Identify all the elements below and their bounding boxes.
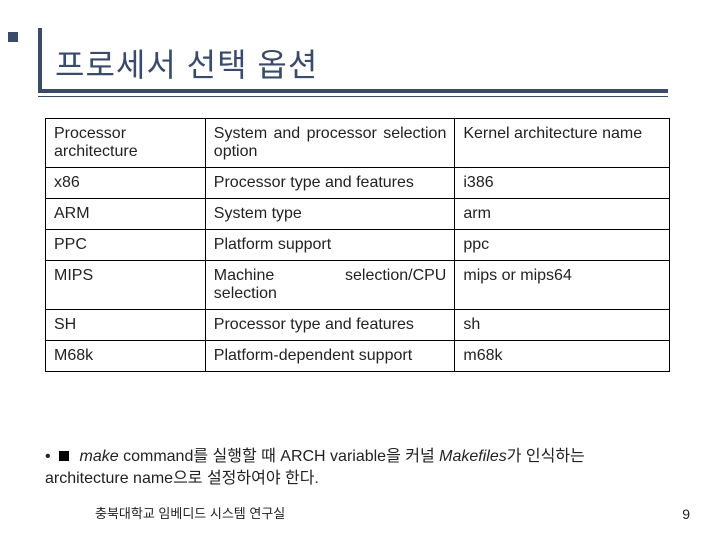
processor-table-wrap: Processor architecture System and proces…: [45, 118, 670, 372]
title-vertical-rule: [38, 28, 42, 93]
table-row: SH Processor type and features sh: [46, 310, 670, 341]
cell-arch: PPC: [46, 230, 206, 261]
cell-option: Platform support: [205, 230, 455, 261]
note-text: • make command를 실행할 때 ARCH variable을 커널 …: [45, 446, 670, 491]
cell-arch: x86: [46, 168, 206, 199]
cell-arch: MIPS: [46, 261, 206, 310]
table-row: MIPS Machine selection/CPU selection mip…: [46, 261, 670, 310]
header-kernel-name: Kernel architecture name: [455, 119, 670, 168]
slide-title-wrap: 프로세서 선택 옵션: [55, 40, 318, 86]
cell-option: Platform-dependent support: [205, 341, 455, 372]
slide-title: 프로세서 선택 옵션: [55, 47, 318, 83]
cell-arch: SH: [46, 310, 206, 341]
page-number: 9: [682, 506, 690, 522]
note-italic-make: make: [80, 448, 119, 465]
cell-arch: M68k: [46, 341, 206, 372]
processor-table: Processor architecture System and proces…: [45, 118, 670, 372]
note-mid1: command를 실행할 때 ARCH variable을 커널: [119, 448, 440, 465]
note-italic-makefiles: Makefiles: [439, 448, 507, 465]
cell-option: Processor type and features: [205, 310, 455, 341]
title-underline-thick: [38, 89, 668, 93]
bullet-dot-icon: •: [45, 446, 51, 468]
slide-bullet-marker: [8, 32, 18, 42]
footer-affiliation: 충북대학교 임베디드 시스템 연구실: [95, 503, 285, 522]
cell-option: System type: [205, 199, 455, 230]
title-underline-thin: [38, 96, 668, 97]
cell-kernel: ppc: [455, 230, 670, 261]
cell-kernel: mips or mips64: [455, 261, 670, 310]
table-header-row: Processor architecture System and proces…: [46, 119, 670, 168]
table-row: M68k Platform-dependent support m68k: [46, 341, 670, 372]
table-row: ARM System type arm: [46, 199, 670, 230]
table-row: PPC Platform support ppc: [46, 230, 670, 261]
table-row: x86 Processor type and features i386: [46, 168, 670, 199]
header-processor-architecture: Processor architecture: [46, 119, 206, 168]
cell-kernel: m68k: [455, 341, 670, 372]
cell-kernel: i386: [455, 168, 670, 199]
header-selection-option: System and processor selection option: [205, 119, 455, 168]
cell-kernel: sh: [455, 310, 670, 341]
cell-option: Processor type and features: [205, 168, 455, 199]
cell-arch: ARM: [46, 199, 206, 230]
cell-option: Machine selection/CPU selection: [205, 261, 455, 310]
cell-kernel: arm: [455, 199, 670, 230]
bullet-square-icon: [59, 451, 69, 461]
